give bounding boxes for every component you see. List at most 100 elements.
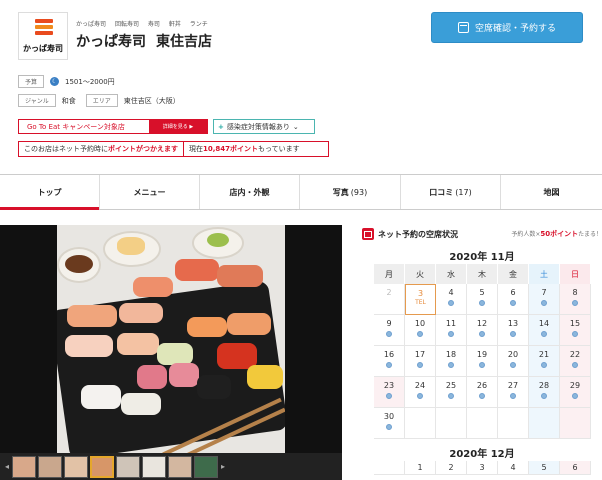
shop-header: かっぱ寿司 かっぱ寿司 回転寿司 寿司 軒丼 ランチ かっぱ寿司 東住吉店 空席確… xyxy=(0,0,602,172)
calendar-day[interactable]: 10 xyxy=(405,315,436,346)
infection-info-button[interactable]: + 感染症対策情報あり ⌄ xyxy=(213,119,315,134)
calendar-day[interactable]: 16 xyxy=(374,346,405,377)
chevron-right-icon[interactable]: ▸ xyxy=(220,462,226,471)
calendar-day[interactable]: 17 xyxy=(405,346,436,377)
tab-reviews[interactable]: 口コミ (17) xyxy=(401,175,501,209)
calendar-day[interactable]: 9 xyxy=(374,315,405,346)
photo-thumbnail[interactable] xyxy=(12,455,36,478)
calendar-day-empty xyxy=(374,461,405,475)
available-icon xyxy=(448,393,454,399)
calendar-day[interactable]: 23 xyxy=(374,377,405,408)
photo-viewer[interactable] xyxy=(0,225,342,453)
availability-calendar: ネット予約の空席状況 予約人数×50ポイントたまる！ 2020年 11月 月 火… xyxy=(362,225,602,480)
goto-eat-banner[interactable]: Go To Eat キャンペーン対象店 詳細を見る ▶ xyxy=(18,119,208,134)
tag[interactable]: 回転寿司 xyxy=(115,21,139,28)
calendar-day[interactable]: 4 xyxy=(436,284,467,315)
calendar-day-today[interactable]: 3 TEL xyxy=(405,284,436,315)
available-icon xyxy=(510,362,516,368)
weekday-header: 水 xyxy=(436,264,467,284)
branch-name: 東住吉店 xyxy=(156,34,212,50)
calendar-day[interactable]: 19 xyxy=(467,346,498,377)
calendar-day[interactable]: 15 xyxy=(560,315,591,346)
calendar-day[interactable]: 6 xyxy=(498,284,529,315)
calendar-icon xyxy=(362,228,374,240)
photo-thumbnails: ◂ ▸ xyxy=(0,453,342,480)
calendar-day[interactable]: 11 xyxy=(436,315,467,346)
goto-eat-detail-link[interactable]: 詳細を見る ▶ xyxy=(149,120,207,133)
tag[interactable]: 寿司 xyxy=(148,21,160,28)
calendar-day[interactable]: 7 xyxy=(529,284,560,315)
available-icon xyxy=(510,300,516,306)
photo-thumbnail-selected[interactable] xyxy=(90,455,114,478)
calendar-day[interactable]: 1 xyxy=(405,461,436,475)
logo-text: かっぱ寿司 xyxy=(23,44,63,53)
calendar-day-empty xyxy=(405,408,436,439)
calendar-day[interactable]: 6 xyxy=(560,461,591,475)
points-usable: このお店はネット予約時に ポイントがつかえます xyxy=(19,142,184,156)
photo-thumbnail[interactable] xyxy=(194,455,218,478)
tab-map[interactable]: 地図 xyxy=(501,175,602,209)
goto-eat-text: Go To Eat キャンペーン対象店 xyxy=(27,122,125,131)
calendar-day[interactable]: 2 xyxy=(436,461,467,475)
genre-label: ジャンル xyxy=(18,94,56,107)
weekday-header: 木 xyxy=(467,264,498,284)
calendar-day[interactable]: 26 xyxy=(467,377,498,408)
calendar-day[interactable]: 30 xyxy=(374,408,405,439)
month-title: 2020年 12月 xyxy=(449,449,515,460)
tag[interactable]: ランチ xyxy=(190,21,208,28)
tab-menu[interactable]: メニュー xyxy=(100,175,200,209)
tag[interactable]: 軒丼 xyxy=(169,21,181,28)
calendar-day[interactable]: 25 xyxy=(436,377,467,408)
weekday-header: 火 xyxy=(405,264,436,284)
available-icon xyxy=(541,393,547,399)
infection-info-label: 感染症対策情報あり xyxy=(226,122,290,131)
calendar-day[interactable]: 3 xyxy=(467,461,498,475)
weekday-header: 月 xyxy=(374,264,405,284)
area-value[interactable]: 東住吉区（大阪） xyxy=(124,96,180,106)
tab-top[interactable]: トップ xyxy=(0,175,100,210)
calendar-day-empty xyxy=(560,408,591,439)
tab-interior[interactable]: 店内・外観 xyxy=(200,175,300,209)
moon-icon: ☾ xyxy=(50,77,60,86)
calendar-day[interactable]: 24 xyxy=(405,377,436,408)
genre-value[interactable]: 和食 xyxy=(62,96,76,106)
photo-thumbnail[interactable] xyxy=(142,455,166,478)
photo-thumbnail[interactable] xyxy=(38,455,62,478)
reserve-button-label: 空席確認・予約する xyxy=(474,24,556,34)
calendar-header: ネット予約の空席状況 予約人数×50ポイントたまる！ xyxy=(362,225,602,243)
points-balance: 現在10,847ポイントもっています xyxy=(189,145,300,153)
calendar-day[interactable]: 4 xyxy=(498,461,529,475)
calendar-icon xyxy=(457,22,469,33)
calendar-day[interactable]: 28 xyxy=(529,377,560,408)
calendar-day-empty xyxy=(467,408,498,439)
calendar-day[interactable]: 27 xyxy=(498,377,529,408)
budget-value: 1501〜2000円 xyxy=(65,77,115,86)
available-icon xyxy=(572,362,578,368)
shop-tags: かっぱ寿司 回転寿司 寿司 軒丼 ランチ xyxy=(76,19,215,28)
calendar-day[interactable]: 18 xyxy=(436,346,467,377)
tab-photos[interactable]: 写真 (93) xyxy=(300,175,401,209)
calendar-day[interactable]: 13 xyxy=(498,315,529,346)
calendar-day[interactable]: 29 xyxy=(560,377,591,408)
photo-thumbnail[interactable] xyxy=(116,455,140,478)
available-icon xyxy=(386,393,392,399)
chevron-down-icon: ⌄ xyxy=(292,122,299,131)
available-icon xyxy=(572,393,578,399)
available-icon xyxy=(510,331,516,337)
photo-thumbnail[interactable] xyxy=(168,455,192,478)
calendar-day-empty xyxy=(529,408,560,439)
calendar-day[interactable]: 14 xyxy=(529,315,560,346)
calendar-day[interactable]: 5 xyxy=(529,461,560,475)
calendar-day[interactable]: 8 xyxy=(560,284,591,315)
tag[interactable]: かっぱ寿司 xyxy=(76,21,106,28)
calendar-day[interactable]: 5 xyxy=(467,284,498,315)
calendar-day[interactable]: 22 xyxy=(560,346,591,377)
calendar-day[interactable]: 21 xyxy=(529,346,560,377)
available-icon xyxy=(541,362,547,368)
photo-thumbnail[interactable] xyxy=(64,455,88,478)
reserve-button[interactable]: 空席確認・予約する xyxy=(431,12,583,43)
available-icon xyxy=(386,362,392,368)
calendar-day[interactable]: 12 xyxy=(467,315,498,346)
calendar-day[interactable]: 20 xyxy=(498,346,529,377)
chevron-left-icon[interactable]: ◂ xyxy=(4,462,10,471)
